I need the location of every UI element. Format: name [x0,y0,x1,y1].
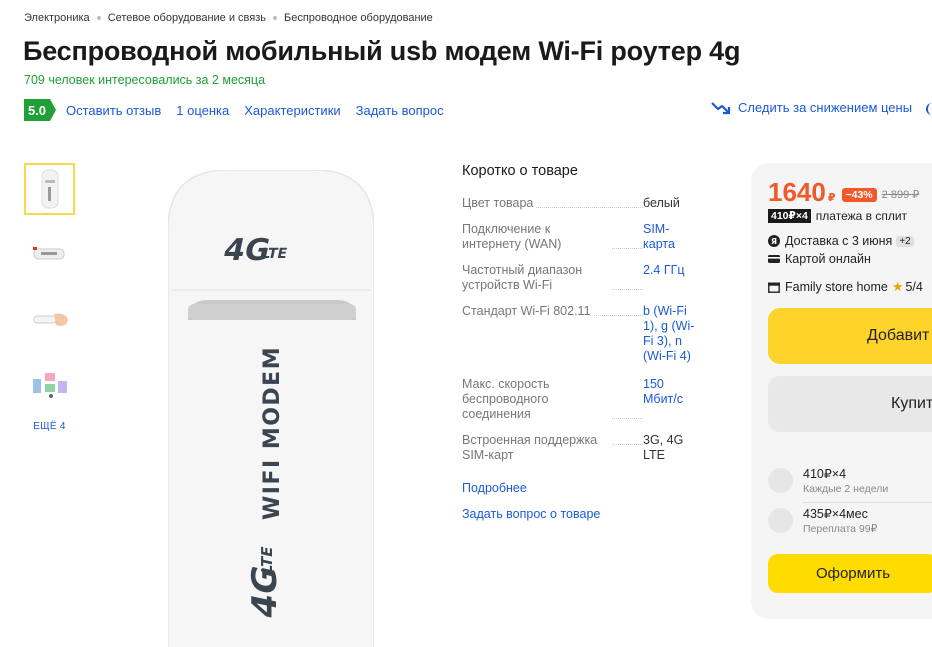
ratings-count-link[interactable]: 1 оценка [176,103,229,118]
breadcrumb-item-wireless[interactable]: Беспроводное оборудование [284,12,433,24]
plan-title: 410₽×4 [803,467,847,481]
modem-side-thumb-icon [32,247,64,260]
breadcrumb-item-network[interactable]: Сетевое оборудование и связь [108,12,266,24]
delivery-plus-badge: +2 [896,235,914,247]
brand-lte-top: LTE [260,246,289,262]
product-main-image[interactable]: 4G LTE WIFI MODEM 4G LTE [167,169,375,647]
delivery-text: Доставка с 3 июня [785,234,893,248]
installment-plan-1[interactable]: 410₽×4 Каждые 2 недели [768,466,888,495]
modem-hand-thumb-icon [33,313,68,326]
spec-value-link[interactable]: SIM-карта [643,222,697,252]
breadcrumb: Электроника Сетевое оборудование и связь… [24,12,433,24]
split-text: платежа в сплит [815,209,908,223]
leave-review-link[interactable]: Оставить отзыв [66,103,161,118]
thumbnail-4[interactable] [24,358,75,410]
more-details-link[interactable]: Подробнее [462,481,702,495]
yandex-delivery-icon: Я [768,235,780,247]
spec-row: Стандарт Wi-Fi 802.11 b (Wi-Fi 1), g (Wi… [462,304,702,364]
track-price-label: Следить за снижением цены [738,100,913,115]
spec-value: 3G, 4G LTE [643,433,684,462]
gallery-more-link[interactable]: ЕЩЁ 4 [24,421,75,432]
spec-key: Встроенная поддержка SIM-карт [462,433,612,463]
card-icon [768,253,780,265]
store-icon [768,281,780,293]
ask-about-product-link[interactable]: Задать вопрос о товаре [462,507,702,521]
spec-value-link[interactable]: 2.4 ГГц [643,263,697,293]
spec-key: Цвет товара [462,196,536,211]
spec-row: Цвет товара белый [462,196,702,211]
spec-row: Частотный диапазон устройств Wi-Fi 2.4 Г… [462,263,702,293]
plan-title: 435₽×4мес [803,507,868,521]
spec-key: Стандарт Wi-Fi 802.11 [462,304,593,319]
wifi-modem-label: WIFI MODEM [260,346,285,520]
split-payment[interactable]: 410₽×4 платежа в сплит [768,209,907,223]
checkout-button[interactable]: Оформить [768,554,932,593]
breadcrumb-separator [273,16,278,20]
split-badge: 410₽×4 [768,209,811,223]
store-rating: 5/4 [905,280,923,294]
brand-lte-side: LTE [258,545,276,576]
gallery-thumbnails: ЕЩЁ 4 [24,163,75,432]
breadcrumb-separator [96,16,101,20]
interest-counter: 709 человек интересовались за 2 месяца [24,73,266,87]
payment-row: Картой онлайн [768,252,871,266]
specs-link[interactable]: Характеристики [244,103,340,118]
installment-plan-2[interactable]: 435₽×4мес Переплата 99₽ [768,506,877,535]
price-row: 1640 ₽ −43% 2 899 ₽ [768,177,919,208]
store-name: Family store home [785,280,888,294]
discount-badge: −43% [841,188,877,202]
plan-subtitle: Переплата 99₽ [803,523,878,535]
plan-radio[interactable] [768,468,793,493]
add-to-cart-button[interactable]: Добавит [768,308,932,364]
delivery-row[interactable]: Я Доставка с 3 июня +2 [768,234,914,248]
rating-badge[interactable]: 5.0 [24,99,56,121]
trend-down-icon [711,101,731,114]
store-row[interactable]: Family store home ★ 5/4 [768,279,923,295]
plan-divider [803,502,932,503]
spec-row: Макс. скорость беспроводного соединения … [462,377,702,422]
buy-now-button[interactable]: Купит [768,376,932,432]
modem-thumb-icon [41,169,58,209]
svg-text:Я: Я [771,237,777,246]
short-specs-heading: Коротко о товаре [462,163,578,179]
plan-radio[interactable] [768,508,793,533]
page-title: Беспроводной мобильный usb модем Wi-Fi р… [23,36,741,66]
spec-row: Встроенная поддержка SIM-карт 3G, 4G LTE [462,433,702,463]
spec-value-link[interactable]: b (Wi-Fi 1), g (Wi-Fi 3), n (Wi-Fi 4) [643,304,697,364]
old-price: 2 899 ₽ [881,189,920,201]
spec-key: Частотный диапазон устройств Wi-Fi [462,263,612,293]
thumbnail-2[interactable] [24,228,75,280]
product-actions: 5.0 Оставить отзыв 1 оценка Характеристи… [24,99,444,121]
short-specs: Коротко о товаре Цвет товара белый Подкл… [462,163,702,521]
share-icon[interactable] [926,103,932,115]
thumbnail-3[interactable] [24,293,75,345]
network-diagram-thumb-icon [32,373,67,398]
plan-subtitle: Каждые 2 недели [803,483,889,495]
spec-value-link[interactable]: 150 Мбит/с [643,377,697,422]
ask-question-link[interactable]: Задать вопрос [356,103,444,118]
spec-key: Подключение к интернету (WAN) [462,222,612,252]
price: 1640 [768,177,826,207]
spec-row: Подключение к интернету (WAN) SIM-карта [462,222,702,252]
spec-value: белый [643,196,680,210]
buy-box: 1640 ₽ −43% 2 899 ₽ 410₽×4 платежа в спл… [751,163,932,619]
payment-text: Картой онлайн [785,252,871,266]
thumbnail-1[interactable] [24,163,75,215]
star-icon: ★ [891,279,904,294]
price-currency: ₽ [827,192,836,204]
track-price-button[interactable]: Следить за снижением цены [711,100,912,115]
breadcrumb-item-electronics[interactable]: Электроника [24,12,90,24]
spec-key: Макс. скорость беспроводного соединения [462,377,612,422]
